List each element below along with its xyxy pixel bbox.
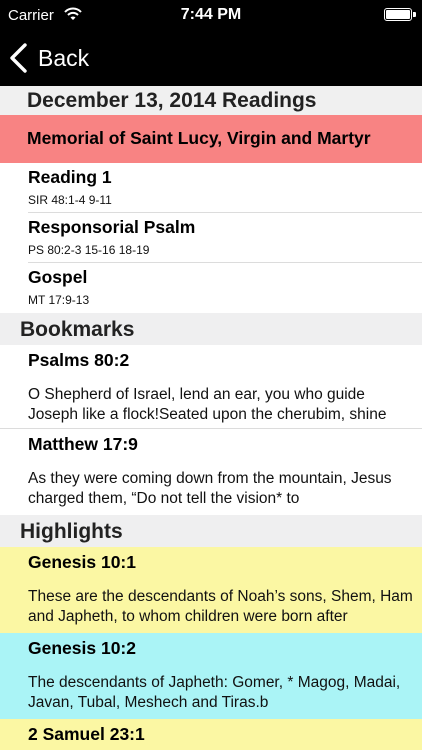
highlight-item[interactable]: Genesis 10:2 The descendants of Japheth:… xyxy=(0,633,422,719)
reading-citation: SIR 48:1-4 9-11 xyxy=(28,193,112,207)
highlight-ref: Genesis 10:1 xyxy=(28,552,136,572)
highlight-item[interactable]: Genesis 10:1 These are the descendants o… xyxy=(0,547,422,633)
status-bar: Carrier 7:44 PM xyxy=(0,0,422,30)
back-button[interactable]: Back xyxy=(8,40,89,76)
reading-citation: MT 17:9-13 xyxy=(28,293,90,307)
bookmark-text: As they were coming down from the mounta… xyxy=(28,470,392,507)
bookmarks-section-title: Bookmarks xyxy=(0,313,422,345)
bookmark-text: O Shepherd of Israel, lend an ear, you w… xyxy=(28,386,387,423)
reading-title: Gospel xyxy=(28,267,88,287)
reading-citation: PS 80:2-3 15-16 18-19 xyxy=(28,243,150,257)
reading-row[interactable]: Responsorial Psalm PS 80:2-3 15-16 18-19 xyxy=(28,213,422,263)
chevron-left-icon xyxy=(10,43,27,73)
battery-icon xyxy=(384,8,412,21)
highlight-ref: 2 Samuel 23:1 xyxy=(28,724,145,744)
navigation-bar: Back xyxy=(0,30,422,86)
highlight-text: These are the descendants of Noah’s sons… xyxy=(28,588,413,625)
content-list[interactable]: December 13, 2014 Readings Memorial of S… xyxy=(0,86,422,750)
bookmark-item[interactable]: Matthew 17:9 As they were coming down fr… xyxy=(0,429,422,515)
battery-tip xyxy=(413,12,416,17)
bookmark-item[interactable]: Psalms 80:2 O Shepherd of Israel, lend a… xyxy=(0,345,422,429)
reading-row[interactable]: Reading 1 SIR 48:1-4 9-11 xyxy=(28,163,422,213)
clock: 7:44 PM xyxy=(180,6,242,23)
back-label: Back xyxy=(38,44,90,71)
reading-title: Reading 1 xyxy=(28,167,112,187)
highlight-text: The descendants of Japheth: Gomer, * Mag… xyxy=(28,674,401,711)
highlight-ref: Genesis 10:2 xyxy=(28,638,136,658)
bookmark-ref: Psalms 80:2 xyxy=(28,350,130,370)
highlights-section-title: Highlights xyxy=(0,515,422,547)
highlight-item[interactable]: 2 Samuel 23:1 xyxy=(0,719,422,750)
bookmark-ref: Matthew 17:9 xyxy=(28,434,138,454)
reading-row[interactable]: Gospel MT 17:9-13 xyxy=(28,263,422,313)
readings-section-title: December 13, 2014 Readings xyxy=(0,86,422,115)
reading-title: Responsorial Psalm xyxy=(28,217,196,237)
memorial-banner: Memorial of Saint Lucy, Virgin and Marty… xyxy=(0,115,422,163)
